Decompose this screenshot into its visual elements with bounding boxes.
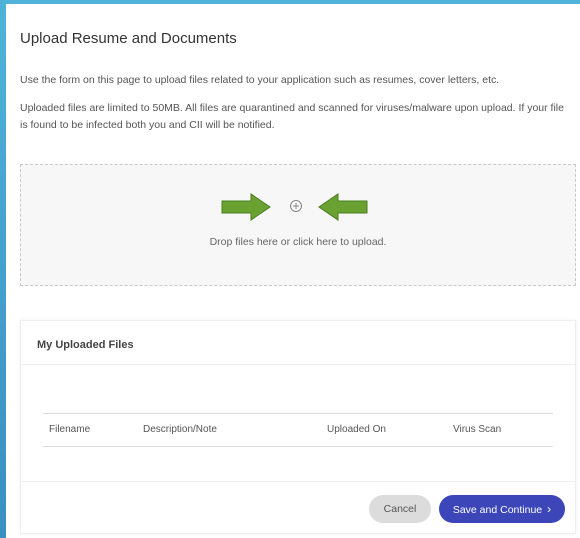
chevron-right-icon: › <box>547 502 552 516</box>
column-virus-scan: Virus Scan <box>453 424 502 435</box>
arrow-left-icon <box>318 193 368 221</box>
cancel-button[interactable]: Cancel <box>369 495 431 523</box>
arrow-right-icon <box>221 193 271 221</box>
intro-text: Use the form on this page to upload file… <box>20 74 500 86</box>
limits-text: Uploaded files are limited to 50MB. All … <box>20 102 564 131</box>
uploaded-files-title: My Uploaded Files <box>37 339 134 351</box>
card-footer-divider <box>21 481 575 482</box>
files-table-header: Filename Description/Note Uploaded On Vi… <box>43 413 553 447</box>
plus-circle-icon[interactable] <box>289 199 303 213</box>
file-dropzone[interactable]: Drop files here or click here to upload. <box>20 164 576 286</box>
cancel-button-label: Cancel <box>383 503 417 515</box>
column-filename: Filename <box>49 424 91 435</box>
column-uploaded-on: Uploaded On <box>327 424 386 435</box>
column-description: Description/Note <box>143 424 217 435</box>
card-divider <box>21 364 575 365</box>
save-button-label: Save and Continue <box>452 504 543 516</box>
save-and-continue-button[interactable]: Save and Continue › <box>439 495 565 523</box>
dropzone-text[interactable]: Drop files here or click here to upload. <box>21 236 575 248</box>
upload-panel: Upload Resume and Documents Use the form… <box>6 4 580 538</box>
page-title: Upload Resume and Documents <box>20 30 237 47</box>
uploaded-files-card: My Uploaded Files Filename Description/N… <box>20 320 576 534</box>
